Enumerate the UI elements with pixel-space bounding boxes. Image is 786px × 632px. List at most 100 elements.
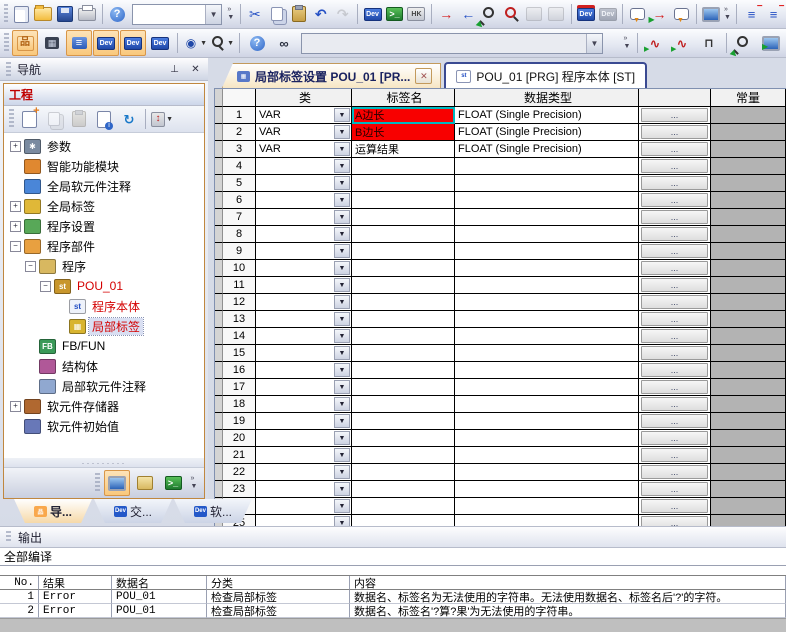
device-network-button[interactable]: Dev (147, 30, 173, 56)
online-change-button[interactable]: → (649, 1, 670, 27)
label-cell[interactable] (352, 158, 455, 175)
class-dropdown-icon[interactable]: ▼ (334, 295, 350, 309)
class-dropdown-icon[interactable]: ▼ (334, 482, 350, 496)
constant-cell[interactable] (711, 328, 786, 345)
remote-operation-button[interactable] (701, 1, 722, 27)
expand-toggle-icon[interactable]: + (10, 201, 21, 212)
tree-item[interactable]: 局部软元件注释 (6, 376, 204, 396)
datatype-browse-button[interactable]: ... (641, 261, 708, 275)
datatype-cell[interactable]: FLOAT (Single Precision) (455, 124, 639, 141)
constant-cell[interactable] (711, 158, 786, 175)
datatype-browse-button[interactable]: ... (641, 397, 708, 411)
expand-toggle-icon[interactable]: + (10, 401, 21, 412)
constant-cell[interactable] (711, 447, 786, 464)
tree-item[interactable]: +全局标签 (6, 196, 204, 216)
class-cell[interactable]: ▼ (256, 379, 352, 396)
drag-grip-icon[interactable] (9, 109, 14, 129)
constant-cell[interactable] (711, 141, 786, 158)
constant-cell[interactable] (711, 107, 786, 124)
class-cell[interactable]: VAR▼ (256, 124, 352, 141)
label-cell[interactable] (352, 430, 455, 447)
label-cell[interactable]: 运算结果 (352, 141, 455, 158)
comment-display-button[interactable] (627, 1, 648, 27)
label-header[interactable]: 标签名 (352, 89, 455, 107)
label-cell[interactable] (352, 413, 455, 430)
class-cell[interactable]: VAR▼ (256, 107, 352, 124)
constant-cell[interactable] (711, 192, 786, 209)
datatype-browse-button[interactable]: ... (641, 516, 708, 526)
tree-item[interactable]: −程序 (6, 256, 204, 276)
class-cell[interactable]: ▼ (256, 498, 352, 515)
datatype-cell[interactable] (455, 345, 639, 362)
tree-item[interactable]: −stPOU_01 (6, 276, 204, 296)
datatype-cell[interactable] (455, 158, 639, 175)
datatype-browse-button[interactable]: ... (641, 227, 708, 241)
print-button[interactable] (77, 1, 98, 27)
class-dropdown-icon[interactable]: ▼ (334, 227, 350, 241)
row-number[interactable]: 6 (223, 192, 256, 209)
undo-button[interactable]: ↶ (310, 1, 331, 27)
pin-icon[interactable]: ⊥ (166, 61, 183, 77)
datatype-cell[interactable] (455, 311, 639, 328)
datatype-browse-button[interactable]: ... (641, 125, 708, 139)
help-display-button[interactable] (132, 470, 158, 496)
wave-monitor-button[interactable]: ∿ (642, 30, 668, 56)
datatype-cell[interactable] (455, 209, 639, 226)
datatype-browse-button[interactable]: ... (641, 380, 708, 394)
class-dropdown-icon[interactable]: ▼ (334, 108, 350, 122)
constant-cell[interactable] (711, 209, 786, 226)
datatype-browse-button[interactable]: ... (641, 431, 708, 445)
label-cell[interactable] (352, 328, 455, 345)
class-cell[interactable]: ▼ (256, 430, 352, 447)
insert-row-above-button[interactable]: ≡ (741, 1, 762, 27)
device-monitor-button[interactable]: Dev (575, 1, 596, 27)
tree-item[interactable]: st程序本体 (6, 296, 204, 316)
device-search-button[interactable]: ▼ (209, 30, 235, 56)
row-number[interactable]: 14 (223, 328, 256, 345)
constant-cell[interactable] (711, 345, 786, 362)
expand-toggle-icon[interactable]: + (10, 141, 21, 152)
tree-item[interactable]: FBFB/FUN (6, 336, 204, 356)
datatype-browse-button[interactable]: ... (641, 176, 708, 190)
device-display-button[interactable]: ◉▼ (182, 30, 208, 56)
save-project-button[interactable] (55, 1, 76, 27)
label-cell[interactable]: B边长 (352, 124, 455, 141)
label-cell[interactable] (352, 311, 455, 328)
close-icon[interactable]: ✕ (187, 61, 204, 77)
datatype-browse-button[interactable]: ... (641, 108, 708, 122)
close-tab-icon[interactable]: ✕ (415, 68, 432, 84)
label-cell[interactable] (352, 243, 455, 260)
navigation-window-button[interactable]: 品 (12, 30, 38, 56)
class-cell[interactable]: ▼ (256, 328, 352, 345)
row-number[interactable]: 22 (223, 464, 256, 481)
work-window-button[interactable]: ≡ (66, 30, 92, 56)
tree-item[interactable]: +程序设置 (6, 216, 204, 236)
class-dropdown-icon[interactable]: ▼ (334, 329, 350, 343)
label-cell[interactable]: A边长 (352, 107, 455, 124)
row-number[interactable]: 12 (223, 294, 256, 311)
datatype-browse-button[interactable]: ... (641, 448, 708, 462)
drag-grip-icon[interactable] (4, 4, 8, 24)
verify-with-plc-button[interactable] (480, 1, 501, 27)
row-number[interactable]: 5 (223, 175, 256, 192)
datatype-cell[interactable] (455, 498, 639, 515)
output-row[interactable]: 1ErrorPOU_01检查局部标签数据名、标签名为无法使用的字符串。无法使用数… (0, 590, 786, 604)
class-cell[interactable]: ▼ (256, 175, 352, 192)
datatype-cell[interactable] (455, 226, 639, 243)
constant-cell[interactable] (711, 311, 786, 328)
class-dropdown-icon[interactable]: ▼ (334, 465, 350, 479)
verify-result-button[interactable] (502, 1, 523, 27)
class-cell[interactable]: ▼ (256, 447, 352, 464)
class-dropdown-icon[interactable]: ▼ (334, 159, 350, 173)
quick-access-combobox[interactable]: ▼ (132, 4, 223, 25)
row-number[interactable]: 3 (223, 141, 256, 158)
refresh-view-button[interactable]: ↻ (117, 107, 141, 131)
datatype-header[interactable]: 数据类型 (455, 89, 639, 107)
class-cell[interactable]: ▼ (256, 243, 352, 260)
label-cell[interactable] (352, 498, 455, 515)
wave-register-button[interactable]: ∿ (669, 30, 695, 56)
class-dropdown-icon[interactable]: ▼ (334, 125, 350, 139)
class-dropdown-icon[interactable]: ▼ (334, 516, 350, 526)
class-cell[interactable]: ▼ (256, 362, 352, 379)
class-dropdown-icon[interactable]: ▼ (334, 278, 350, 292)
